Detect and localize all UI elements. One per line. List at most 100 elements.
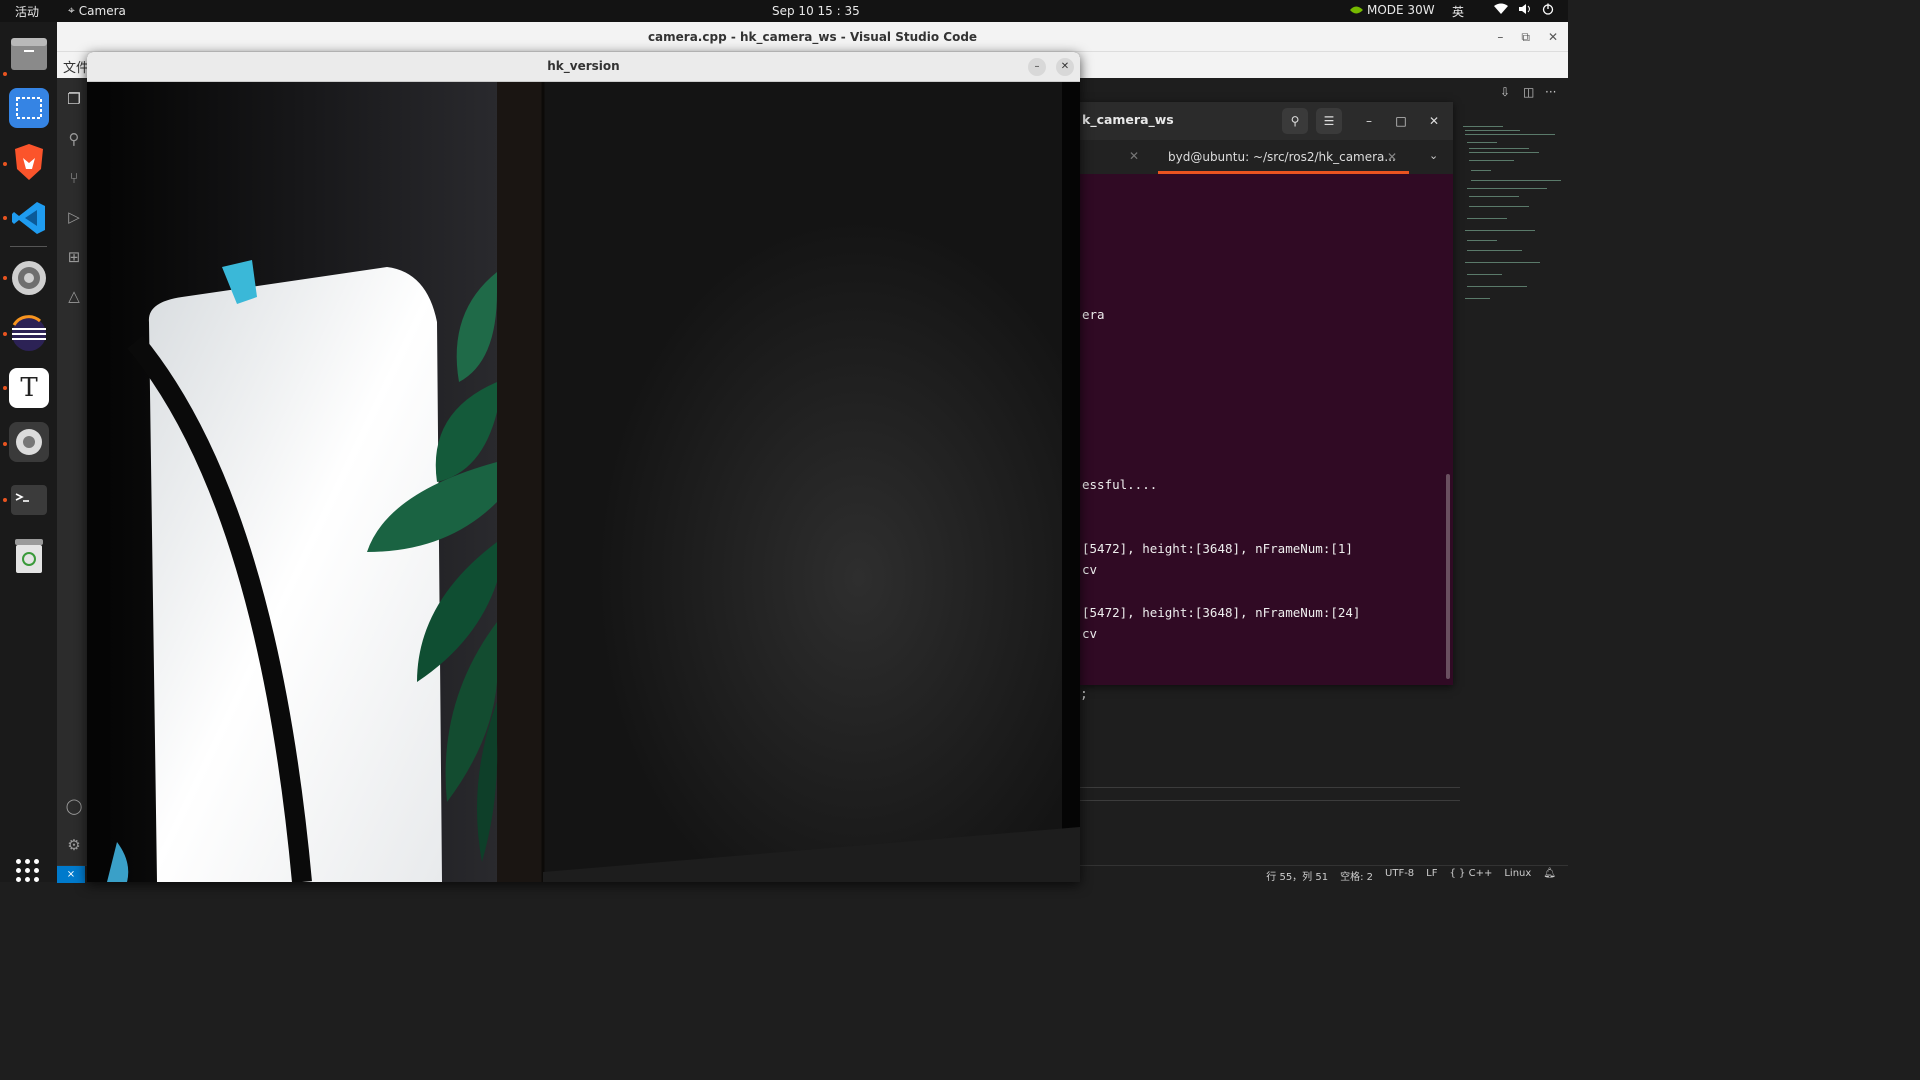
extensions-icon[interactable]: ⊞ [65,248,83,266]
tab-close-icon[interactable]: ✕ [1387,140,1397,174]
close-icon[interactable]: ✕ [1421,108,1447,134]
terminal-window: k_camera_ws ⚲ ☰ – □ ✕ ✕ byd@ubuntu: ~/sr… [1080,102,1453,685]
terminal-tab-active[interactable]: byd@ubuntu: ~/src/ros2/hk_camera... ✕ [1158,140,1409,174]
running-indicator [3,332,7,336]
text-editor-icon: T [20,373,38,403]
dock-eclipse[interactable] [9,314,49,354]
close-icon[interactable]: ✕ [1056,58,1074,76]
terminal-tab-label: byd@ubuntu: ~/src/ros2/hk_camera... [1168,150,1396,164]
power-icon [1542,3,1554,15]
minimize-icon[interactable]: – [1497,22,1503,52]
image-window-title-bar[interactable]: hk_version – ✕ [87,52,1080,82]
top-bar: 活动 ⌖ Camera Sep 10 15 : 35 MODE 30W 英 [0,0,1568,22]
compare-icon[interactable]: ⇩ [1500,85,1510,99]
running-indicator [3,72,7,76]
dock-files[interactable] [9,34,49,74]
app-name: Camera [78,3,126,18]
dock-terminal[interactable] [9,480,49,520]
status-indentation[interactable]: 空格: 2 [1340,868,1373,883]
status-language-label: C++ [1468,868,1493,879]
dock: T [0,22,57,882]
maximize-icon[interactable]: □ [1388,108,1414,134]
running-indicator [3,386,7,390]
running-indicator [3,442,7,446]
show-applications-button[interactable] [16,859,39,882]
activities-button[interactable]: 活动 [15,3,39,20]
panel-divider [1080,800,1460,801]
terminal-header-bar[interactable]: k_camera_ws ⚲ ☰ – □ ✕ [1080,102,1453,140]
camera-app-icon: ⌖ [68,3,75,17]
run-debug-icon[interactable]: ▷ [65,208,83,226]
wifi-icon [1494,3,1508,14]
split-editor-icon[interactable]: ◫ [1523,85,1534,99]
dock-trash[interactable] [9,536,49,576]
minimap[interactable] [1461,122,1561,322]
editor-actions: ⇩ ◫ ··· [1080,78,1568,104]
camera-frame-view [87,82,1080,882]
terminal-menu-icon[interactable]: ☰ [1316,108,1342,134]
dock-settings-wheel[interactable] [9,258,49,298]
dock-system-settings[interactable] [9,422,49,462]
running-indicator [3,162,7,166]
status-eol[interactable]: LF [1426,868,1437,883]
running-indicator [3,498,7,502]
dock-vscode[interactable] [9,198,49,238]
dock-text-editor[interactable]: T [9,368,49,408]
terminal-title: k_camera_ws [1082,112,1174,127]
source-control-icon[interactable]: ⑂ [65,169,83,187]
vscode-icon [12,202,45,234]
more-actions-icon[interactable]: ··· [1545,85,1556,99]
screenshot-icon [16,97,42,119]
remote-indicator[interactable]: ⨯ [57,866,85,883]
manage-gear-icon[interactable]: ⚙ [65,836,83,854]
status-language[interactable]: { } C++ [1450,868,1493,883]
dock-screenshot[interactable] [9,88,49,128]
chevron-down-icon[interactable]: ⌄ [1429,149,1438,162]
ros-extension-icon[interactable]: △ [65,287,83,305]
menu-file[interactable]: 文件 [63,57,89,76]
image-window-title: hk_version [547,59,620,73]
system-tray[interactable] [1494,3,1554,15]
notifications-bell-icon[interactable]: 🔔︎ [1543,868,1556,883]
terminal-line: [5472], height:[3648], nFrameNum:[1] [1082,541,1353,556]
terminal-line: essful.... [1082,477,1158,492]
settings-icon [16,429,42,455]
account-icon[interactable]: ◯ [65,797,83,815]
tab-close-icon[interactable]: ✕ [1129,149,1139,163]
status-platform[interactable]: Linux [1504,868,1531,883]
terminal-line: [5472], height:[3648], nFrameNum:[24] [1082,605,1361,620]
status-cursor-position[interactable]: 行 55，列 51 [1266,868,1328,883]
running-indicator [3,216,7,220]
running-indicator [3,276,7,280]
minimize-icon[interactable]: – [1356,108,1382,134]
gear-icon [12,261,46,295]
terminal-scrollbar[interactable] [1446,474,1450,679]
brave-browser-icon [15,144,43,180]
restore-icon[interactable]: ⧉ [1521,22,1530,52]
dock-brave[interactable] [9,142,49,182]
terminal-output[interactable]: era essful.... [5472], height:[3648], nF… [1080,174,1453,685]
braces-icon: { } [1449,868,1466,879]
panel-divider [1080,787,1460,788]
activity-bar: ❐ ⚲ ⑂ ▷ ⊞ △ ◯ ⚙ [57,78,87,865]
terminal-search-icon[interactable]: ⚲ [1282,108,1308,134]
files-icon [11,38,47,70]
minimize-icon[interactable]: – [1028,58,1046,76]
nvidia-icon [1350,6,1363,14]
terminal-line: cv [1082,626,1098,641]
close-icon[interactable]: ✕ [1548,22,1558,52]
camera-image-window: hk_version – ✕ [87,52,1080,882]
search-icon[interactable]: ⚲ [65,130,83,148]
app-menu[interactable]: ⌖ Camera [68,3,126,18]
input-method-indicator[interactable]: 英 [1452,3,1464,20]
clock[interactable]: Sep 10 15 : 35 [772,4,860,18]
vscode-title: camera.cpp - hk_camera_ws - Visual Studi… [647,30,978,44]
status-encoding[interactable]: UTF-8 [1385,868,1414,883]
vscode-title-bar[interactable]: camera.cpp - hk_camera_ws - Visual Studi… [57,22,1568,52]
power-mode-label: MODE 30W [1367,3,1435,17]
explorer-icon[interactable]: ❐ [65,90,83,108]
code-fragment[interactable]: ; [1080,687,1088,702]
terminal-tab-bar: ✕ byd@ubuntu: ~/src/ros2/hk_camera... ✕ … [1080,140,1453,174]
volume-icon [1519,4,1530,14]
power-mode-indicator[interactable]: MODE 30W [1350,3,1435,17]
